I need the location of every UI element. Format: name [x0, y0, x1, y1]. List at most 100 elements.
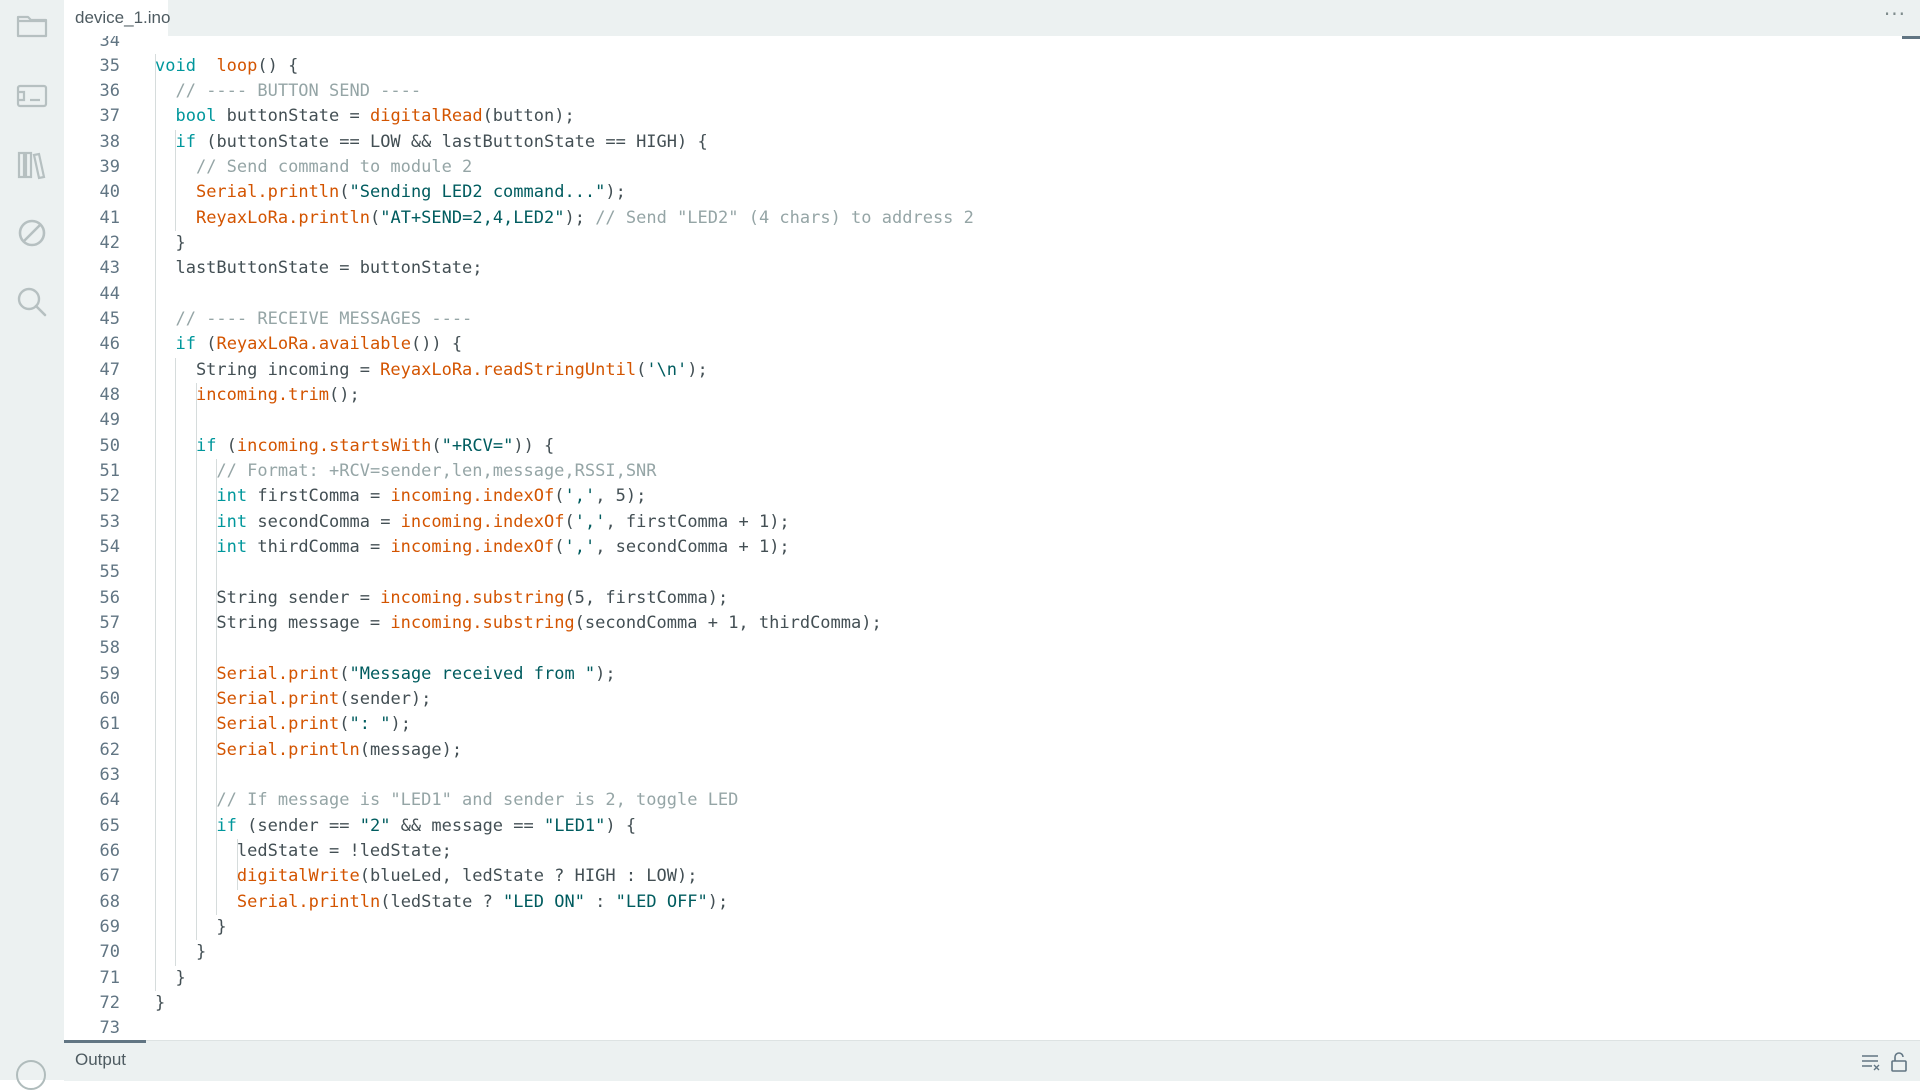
code-token: Serial: [216, 739, 278, 760]
search-icon[interactable]: [12, 282, 52, 322]
code-line[interactable]: 67 digitalWrite(blueLed, ledState ? HIGH…: [64, 864, 1920, 889]
lock-icon[interactable]: [1888, 1051, 1910, 1073]
code-line[interactable]: 63: [64, 763, 1920, 788]
code-line[interactable]: 64 // If message is "LED1" and sender is…: [64, 788, 1920, 813]
code-line[interactable]: 55: [64, 560, 1920, 585]
code-text: // Format: +RCV=sender,len,message,RSSI,…: [155, 459, 657, 484]
code-text: }: [155, 940, 206, 965]
code-line[interactable]: 38 if (buttonState == LOW && lastButtonS…: [64, 130, 1920, 155]
code-line[interactable]: 37 bool buttonState = digitalRead(button…: [64, 104, 1920, 129]
code-line[interactable]: 58: [64, 636, 1920, 661]
code-line[interactable]: 62 Serial.println(message);: [64, 738, 1920, 763]
code-token: // Send command to module 2: [195, 157, 473, 178]
code-token: print: [288, 663, 340, 684]
code-line[interactable]: 39 // Send command to module 2: [64, 155, 1920, 180]
tab-device-1[interactable]: device_1.ino: [64, 0, 170, 36]
code-token: trim: [288, 385, 330, 406]
code-token: .: [277, 714, 289, 735]
code-text: Serial.print("Message received from ");: [155, 662, 615, 687]
code-line[interactable]: 68 Serial.println(ledState ? "LED ON" : …: [64, 890, 1920, 915]
code-line[interactable]: 54 int thirdComma = incoming.indexOf(','…: [64, 535, 1920, 560]
line-number: 59: [99, 663, 120, 684]
line-number: 57: [99, 613, 120, 634]
code-text: void loop() {: [155, 54, 298, 79]
code-line[interactable]: 73: [64, 1016, 1920, 1040]
code-line[interactable]: 71 }: [64, 966, 1920, 991]
code-token: .: [472, 537, 483, 558]
code-line[interactable]: 50 if (incoming.startsWith("+RCV=")) {: [64, 434, 1920, 459]
code-text: int firstComma = incoming.indexOf(',', 5…: [155, 484, 646, 509]
folder-icon[interactable]: [12, 6, 52, 46]
code-token: (blueLed, ledState ? HIGH : LOW);: [359, 866, 698, 887]
code-token: (: [216, 435, 237, 456]
code-line[interactable]: 70 }: [64, 940, 1920, 965]
more-actions-icon[interactable]: ···: [1884, 2, 1906, 26]
code-line[interactable]: 51 // Format: +RCV=sender,len,message,RS…: [64, 459, 1920, 484]
code-token: println: [298, 207, 370, 228]
code-token: ) {: [605, 815, 637, 836]
profile-icon[interactable]: [16, 1060, 46, 1090]
code-line[interactable]: 60 Serial.print(sender);: [64, 687, 1920, 712]
code-line[interactable]: 53 int secondComma = incoming.indexOf(',…: [64, 510, 1920, 535]
code-line[interactable]: 36 // ---- BUTTON SEND ----: [64, 79, 1920, 104]
code-editor[interactable]: 34 35 void loop() {36 // ---- BUTTON SEND …: [64, 36, 1920, 1040]
line-number: 34: [99, 36, 120, 51]
line-number: 38: [99, 131, 120, 152]
code-line[interactable]: 34: [64, 36, 1920, 54]
code-token: Serial: [216, 663, 278, 684]
code-token: // Format: +RCV=sender,len,message,RSSI,…: [216, 461, 657, 482]
code-token: incoming: [195, 385, 278, 406]
code-line[interactable]: 35 void loop() {: [64, 54, 1920, 79]
code-token: (message);: [359, 739, 463, 760]
code-line[interactable]: 40 Serial.println("Sending LED2 command.…: [64, 180, 1920, 205]
library-icon[interactable]: [12, 145, 52, 185]
code-line[interactable]: 65 if (sender == "2" && message == "LED1…: [64, 814, 1920, 839]
code-line[interactable]: 47 String incoming = ReyaxLoRa.readStrin…: [64, 358, 1920, 383]
code-line[interactable]: 56 String sender = incoming.substring(5,…: [64, 586, 1920, 611]
code-line[interactable]: 46 if (ReyaxLoRa.available()) {: [64, 332, 1920, 357]
code-text: ReyaxLoRa.println("AT+SEND=2,4,LED2"); /…: [155, 206, 974, 231]
output-panel-bar: Output: [64, 1040, 1920, 1081]
code-line[interactable]: 49: [64, 408, 1920, 433]
code-line[interactable]: 61 Serial.print(": ");: [64, 712, 1920, 737]
code-text: if (sender == "2" && message == "LED1") …: [155, 814, 636, 839]
code-line[interactable]: 69 }: [64, 915, 1920, 940]
code-line[interactable]: 72}: [64, 991, 1920, 1016]
code-token: :: [584, 891, 616, 912]
code-text: if (buttonState == LOW && lastButtonStat…: [155, 130, 707, 155]
code-text: int secondComma = incoming.indexOf(',', …: [155, 510, 789, 535]
code-line[interactable]: 42 }: [64, 231, 1920, 256]
line-number: 37: [99, 106, 120, 127]
code-token: (: [195, 334, 217, 355]
code-token: .: [257, 182, 268, 203]
line-number: 54: [99, 537, 120, 558]
code-token: print: [288, 689, 340, 710]
code-line[interactable]: 52 int firstComma = incoming.indexOf(','…: [64, 484, 1920, 509]
code-token: .: [277, 385, 289, 406]
debug-icon[interactable]: [12, 213, 52, 253]
code-token: "AT+SEND=2,4,LED2": [380, 207, 565, 228]
clear-output-icon[interactable]: [1860, 1051, 1882, 1073]
line-number: 64: [99, 790, 120, 811]
output-tab[interactable]: Output: [75, 1050, 126, 1070]
code-line[interactable]: 59 Serial.print("Message received from "…: [64, 662, 1920, 687]
code-token: int: [216, 486, 248, 507]
code-token: }: [155, 942, 207, 963]
code-line[interactable]: 41 ReyaxLoRa.println("AT+SEND=2,4,LED2")…: [64, 206, 1920, 231]
code-line[interactable]: 44: [64, 282, 1920, 307]
code-token: incoming: [390, 537, 473, 558]
code-line[interactable]: 48 incoming.trim();: [64, 383, 1920, 408]
code-line[interactable]: 57 String message = incoming.substring(s…: [64, 611, 1920, 636]
code-text: // ---- RECEIVE MESSAGES ----: [155, 307, 472, 332]
code-line[interactable]: 45 // ---- RECEIVE MESSAGES ----: [64, 307, 1920, 332]
code-line[interactable]: 43 lastButtonState = buttonState;: [64, 256, 1920, 281]
code-token: ledState = !ledState;: [155, 841, 452, 862]
board-manager-icon[interactable]: [12, 76, 52, 116]
code-token: ReyaxLoRa: [195, 207, 289, 228]
code-line[interactable]: 66 ledState = !ledState;: [64, 839, 1920, 864]
